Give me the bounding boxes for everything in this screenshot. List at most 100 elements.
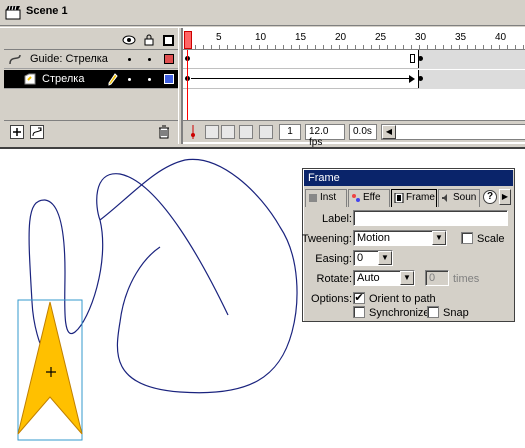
ruler-tick — [227, 45, 228, 49]
arrow-shape — [17, 301, 83, 435]
tab-label: Soun — [453, 192, 477, 203]
ruler-tick — [283, 45, 284, 49]
add-layer-icon[interactable] — [10, 125, 24, 139]
instance-icon — [308, 193, 318, 203]
synchronize-checkbox[interactable] — [353, 306, 365, 318]
rotation-times-input[interactable]: 0 — [425, 270, 449, 286]
times-label: times — [453, 273, 480, 285]
fps-field[interactable]: 12.0 fps — [305, 124, 345, 148]
layer-toolbar — [4, 120, 178, 142]
timeline-status-bar: 1 12.0 fps 0.0s ◀ — [183, 120, 525, 148]
onion-outline-icon[interactable] — [221, 125, 235, 139]
current-frame-field: 1 — [279, 124, 301, 140]
keyframe-dot[interactable] — [418, 56, 423, 61]
ruler-tick — [251, 45, 252, 49]
ruler-tick — [411, 45, 412, 49]
edit-multiple-frames-icon[interactable] — [239, 125, 253, 139]
orient-to-path-checkbox[interactable]: ✔ — [353, 292, 365, 304]
label-caption: Label: — [322, 213, 352, 225]
horizontal-scrollbar[interactable]: ◀ — [381, 124, 525, 140]
ruler-tick — [203, 45, 204, 49]
ruler-tick — [467, 45, 468, 49]
ruler-tick — [403, 45, 404, 49]
help-icon[interactable]: ? — [483, 190, 497, 204]
ruler-tick — [483, 45, 484, 49]
motion-guide-path — [28, 158, 298, 394]
layer-row-guide[interactable]: Guide: Стрелка — [4, 50, 178, 69]
ruler-tick — [363, 45, 364, 49]
ruler-tick — [307, 45, 308, 49]
ruler-tick — [323, 45, 324, 49]
clapperboard-icon[interactable] — [5, 5, 21, 20]
tweening-row: Tweening: Motion ▼ Scale — [302, 229, 512, 249]
layer-row-strelka[interactable]: Стрелка — [4, 70, 178, 89]
tab-label: Frame — [406, 192, 435, 203]
snap-label: Snap — [443, 307, 469, 319]
easing-input[interactable]: 0 ▼ — [353, 250, 393, 266]
trash-icon[interactable] — [158, 125, 170, 142]
center-frame-icon[interactable] — [189, 125, 197, 142]
panel-menu-arrow-icon[interactable]: ▶ — [499, 189, 511, 205]
tab-sound[interactable]: Soun — [438, 189, 480, 207]
playhead[interactable] — [184, 31, 192, 49]
ruler-tick — [387, 45, 388, 49]
scene-title: Scene 1 — [26, 5, 68, 17]
frame-label-input[interactable] — [353, 210, 508, 226]
easing-caption: Easing: — [315, 253, 352, 265]
onion-markers-icon[interactable] — [259, 125, 273, 139]
ruler-tick — [291, 45, 292, 49]
outline-icon[interactable] — [163, 35, 174, 46]
effect-icon — [351, 193, 361, 203]
lock-icon[interactable] — [144, 34, 154, 49]
ruler-tick — [299, 45, 300, 49]
add-guide-layer-icon[interactable] — [30, 125, 44, 139]
tab-effect[interactable]: Effe — [348, 189, 390, 207]
panel-title[interactable]: Frame — [304, 170, 513, 186]
layer-color-box[interactable] — [164, 74, 174, 84]
tab-instance[interactable]: Inst — [305, 189, 347, 207]
time-field: 0.0s — [349, 124, 377, 140]
end-frame-marker[interactable] — [410, 54, 415, 63]
lock-dot[interactable] — [148, 58, 151, 61]
layer-color-box[interactable] — [164, 54, 174, 64]
ruler-tick — [435, 45, 436, 49]
layer-icon — [24, 73, 36, 88]
ruler-tick — [459, 45, 460, 49]
easing-row: Easing: 0 ▼ — [303, 249, 512, 269]
scroll-left-icon[interactable]: ◀ — [382, 125, 396, 139]
ruler-number: 30 — [415, 32, 427, 43]
ruler-tick — [395, 45, 396, 49]
chevron-down-icon[interactable]: ▼ — [400, 271, 414, 285]
ruler-tick — [371, 45, 372, 49]
guide-layer-icon — [8, 53, 22, 69]
frame-ruler[interactable]: 1 5 10 15 20 25 30 35 40 — [183, 28, 525, 50]
frame-row-strelka[interactable] — [183, 70, 525, 89]
ruler-tick — [243, 45, 244, 49]
ruler-tick — [451, 45, 452, 49]
scale-label: Scale — [477, 233, 505, 245]
scale-checkbox[interactable] — [461, 232, 473, 244]
layer-name-guide: Guide: Стрелка — [30, 53, 108, 65]
onion-skin-icon[interactable] — [205, 125, 219, 139]
eye-icon[interactable] — [122, 35, 136, 48]
frame-row-guide[interactable] — [183, 50, 525, 69]
layer-name-strelka: Стрелка — [42, 73, 85, 85]
tweening-select[interactable]: Motion ▼ — [353, 230, 447, 246]
ruler-tick — [347, 45, 348, 49]
ruler-number: 5 — [216, 32, 222, 43]
chevron-down-icon[interactable]: ▼ — [378, 251, 392, 265]
visibility-dot[interactable] — [128, 58, 131, 61]
lock-dot[interactable] — [148, 78, 151, 81]
keyframe-dot[interactable] — [418, 76, 423, 81]
rotate-caption: Rotate: — [316, 273, 352, 285]
tab-frame[interactable]: Frame — [391, 189, 437, 207]
arrow-head-icon — [409, 75, 415, 83]
snap-checkbox[interactable] — [427, 306, 439, 318]
visibility-dot[interactable] — [128, 78, 131, 81]
ruler-number: 20 — [335, 32, 347, 43]
tab-label: Inst — [320, 192, 337, 203]
rotate-select[interactable]: Auto ▼ — [353, 270, 415, 286]
motion-tween-arrow — [191, 78, 413, 79]
chevron-down-icon[interactable]: ▼ — [432, 231, 446, 245]
ruler-tick — [235, 45, 236, 49]
